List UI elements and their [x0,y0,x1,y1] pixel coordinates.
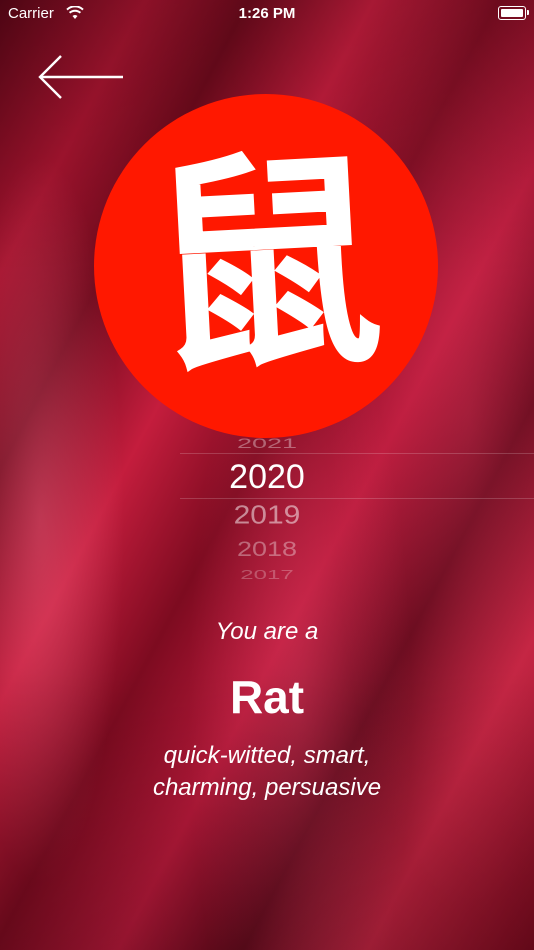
year-option[interactable]: 2018 [180,537,354,561]
traits-line: charming, persuasive [152,774,382,801]
picker-selection-line-top [180,453,534,454]
zodiac-animal-name: Rat [229,671,305,723]
year-option[interactable]: 2017 [180,567,354,582]
zodiac-emblem: 鼠 [94,94,438,438]
clock-time: 1:26 PM [238,5,296,22]
year-picker[interactable]: 2021 2020 2019 2018 2017 [180,410,534,590]
battery-icon [498,6,529,20]
rat-character-glyph: 鼠 [144,125,388,407]
status-bar: Carrier 1:26 PM [0,0,534,28]
back-button[interactable] [38,54,124,100]
arrow-left-icon [38,55,123,99]
zodiac-traits: quick-witted, smart, charming, persuasiv… [0,740,534,804]
picker-selection-line-bottom [180,498,534,499]
year-option-selected[interactable]: 2020 [180,458,354,497]
year-option[interactable]: 2021 [180,436,354,452]
year-option[interactable]: 2019 [180,502,354,531]
result-intro: You are a [215,618,319,645]
traits-line: quick-witted, smart, [163,742,371,769]
